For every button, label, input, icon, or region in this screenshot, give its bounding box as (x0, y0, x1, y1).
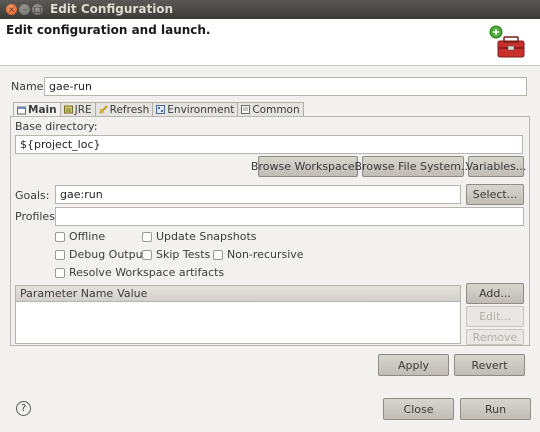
tab-common[interactable]: Common (237, 102, 304, 116)
close-button[interactable]: Close (383, 398, 454, 420)
non-recursive-checkbox[interactable]: Non-recursive (213, 248, 304, 261)
column-parameter-name[interactable]: Parameter Name (16, 287, 113, 300)
tab-refresh-label: Refresh (109, 103, 150, 116)
skip-tests-checkbox[interactable]: Skip Tests (142, 248, 210, 261)
remove-parameter-button[interactable]: Remove (466, 329, 524, 345)
name-label: Name: (11, 80, 48, 93)
apply-button[interactable]: Apply (378, 354, 449, 376)
debug-output-checkbox-label: Debug Output (69, 248, 147, 261)
browse-file-system-button[interactable]: Browse File System... (355, 156, 471, 177)
edit-parameter-button[interactable]: Edit... (466, 306, 524, 327)
parameters-table-header: Parameter Name Value (16, 286, 460, 302)
config-tabs: Main JRE Refresh Environment Common (13, 102, 304, 117)
window-close-button[interactable]: × (6, 4, 17, 15)
offline-checkbox-label: Offline (69, 230, 106, 243)
non-recursive-checkbox-label: Non-recursive (227, 248, 304, 261)
launch-toolbox-icon (489, 25, 525, 58)
window-titlebar: × – □ Edit Configuration (0, 0, 540, 19)
add-parameter-button[interactable]: Add... (466, 283, 524, 304)
parameters-table[interactable]: Parameter Name Value (15, 285, 461, 344)
browse-workspace-button[interactable]: Browse Workspace... (251, 156, 365, 177)
offline-checkbox[interactable]: Offline (55, 230, 105, 243)
tab-refresh[interactable]: Refresh (94, 102, 154, 116)
window-maximize-button[interactable]: □ (32, 4, 43, 15)
select-goals-button[interactable]: Select... (466, 184, 524, 205)
tab-jre[interactable]: JRE (59, 102, 96, 116)
help-icon[interactable]: ? (16, 401, 31, 416)
skip-tests-checkbox-box[interactable] (142, 249, 152, 260)
name-field[interactable]: gae-run (44, 77, 527, 96)
profiles-field[interactable] (55, 207, 524, 226)
goals-label: Goals: (15, 189, 50, 202)
debug-output-checkbox[interactable]: Debug Output (55, 248, 147, 261)
resolve-workspace-checkbox-box[interactable] (55, 267, 65, 278)
run-button[interactable]: Run (460, 398, 531, 420)
dialog-header-title: Edit configuration and launch. (6, 23, 211, 37)
tab-main[interactable]: Main (13, 102, 61, 117)
resolve-workspace-checkbox-label: Resolve Workspace artifacts (69, 266, 225, 279)
environment-tab-icon (156, 105, 166, 114)
variables-button[interactable]: Variables... (466, 156, 526, 177)
column-value[interactable]: Value (113, 287, 147, 300)
tab-environment-label: Environment (167, 103, 235, 116)
tab-jre-label: JRE (74, 103, 92, 116)
dialog-header: Edit configuration and launch. (0, 19, 540, 66)
tab-main-label: Main (28, 104, 57, 116)
refresh-tab-icon (98, 105, 108, 114)
common-tab-icon (241, 105, 251, 114)
update-snapshots-checkbox-label: Update Snapshots (156, 230, 257, 243)
main-tab-icon (17, 106, 26, 114)
base-directory-label: Base directory: (15, 120, 98, 133)
revert-button[interactable]: Revert (454, 354, 525, 376)
non-recursive-checkbox-box[interactable] (213, 249, 223, 260)
update-snapshots-checkbox[interactable]: Update Snapshots (142, 230, 257, 243)
window-minimize-button[interactable]: – (19, 4, 30, 15)
tab-common-label: Common (252, 103, 300, 116)
tab-environment[interactable]: Environment (152, 102, 239, 116)
jre-tab-icon (63, 105, 73, 114)
window-title: Edit Configuration (50, 2, 174, 16)
goals-field[interactable]: gae:run (55, 185, 461, 204)
offline-checkbox-box[interactable] (55, 231, 65, 242)
base-directory-field[interactable]: ${project_loc} (15, 135, 523, 154)
resolve-workspace-checkbox[interactable]: Resolve Workspace artifacts (55, 266, 224, 279)
debug-output-checkbox-box[interactable] (55, 249, 65, 260)
update-snapshots-checkbox-box[interactable] (142, 231, 152, 242)
profiles-label: Profiles: (15, 210, 59, 223)
skip-tests-checkbox-label: Skip Tests (156, 248, 211, 261)
